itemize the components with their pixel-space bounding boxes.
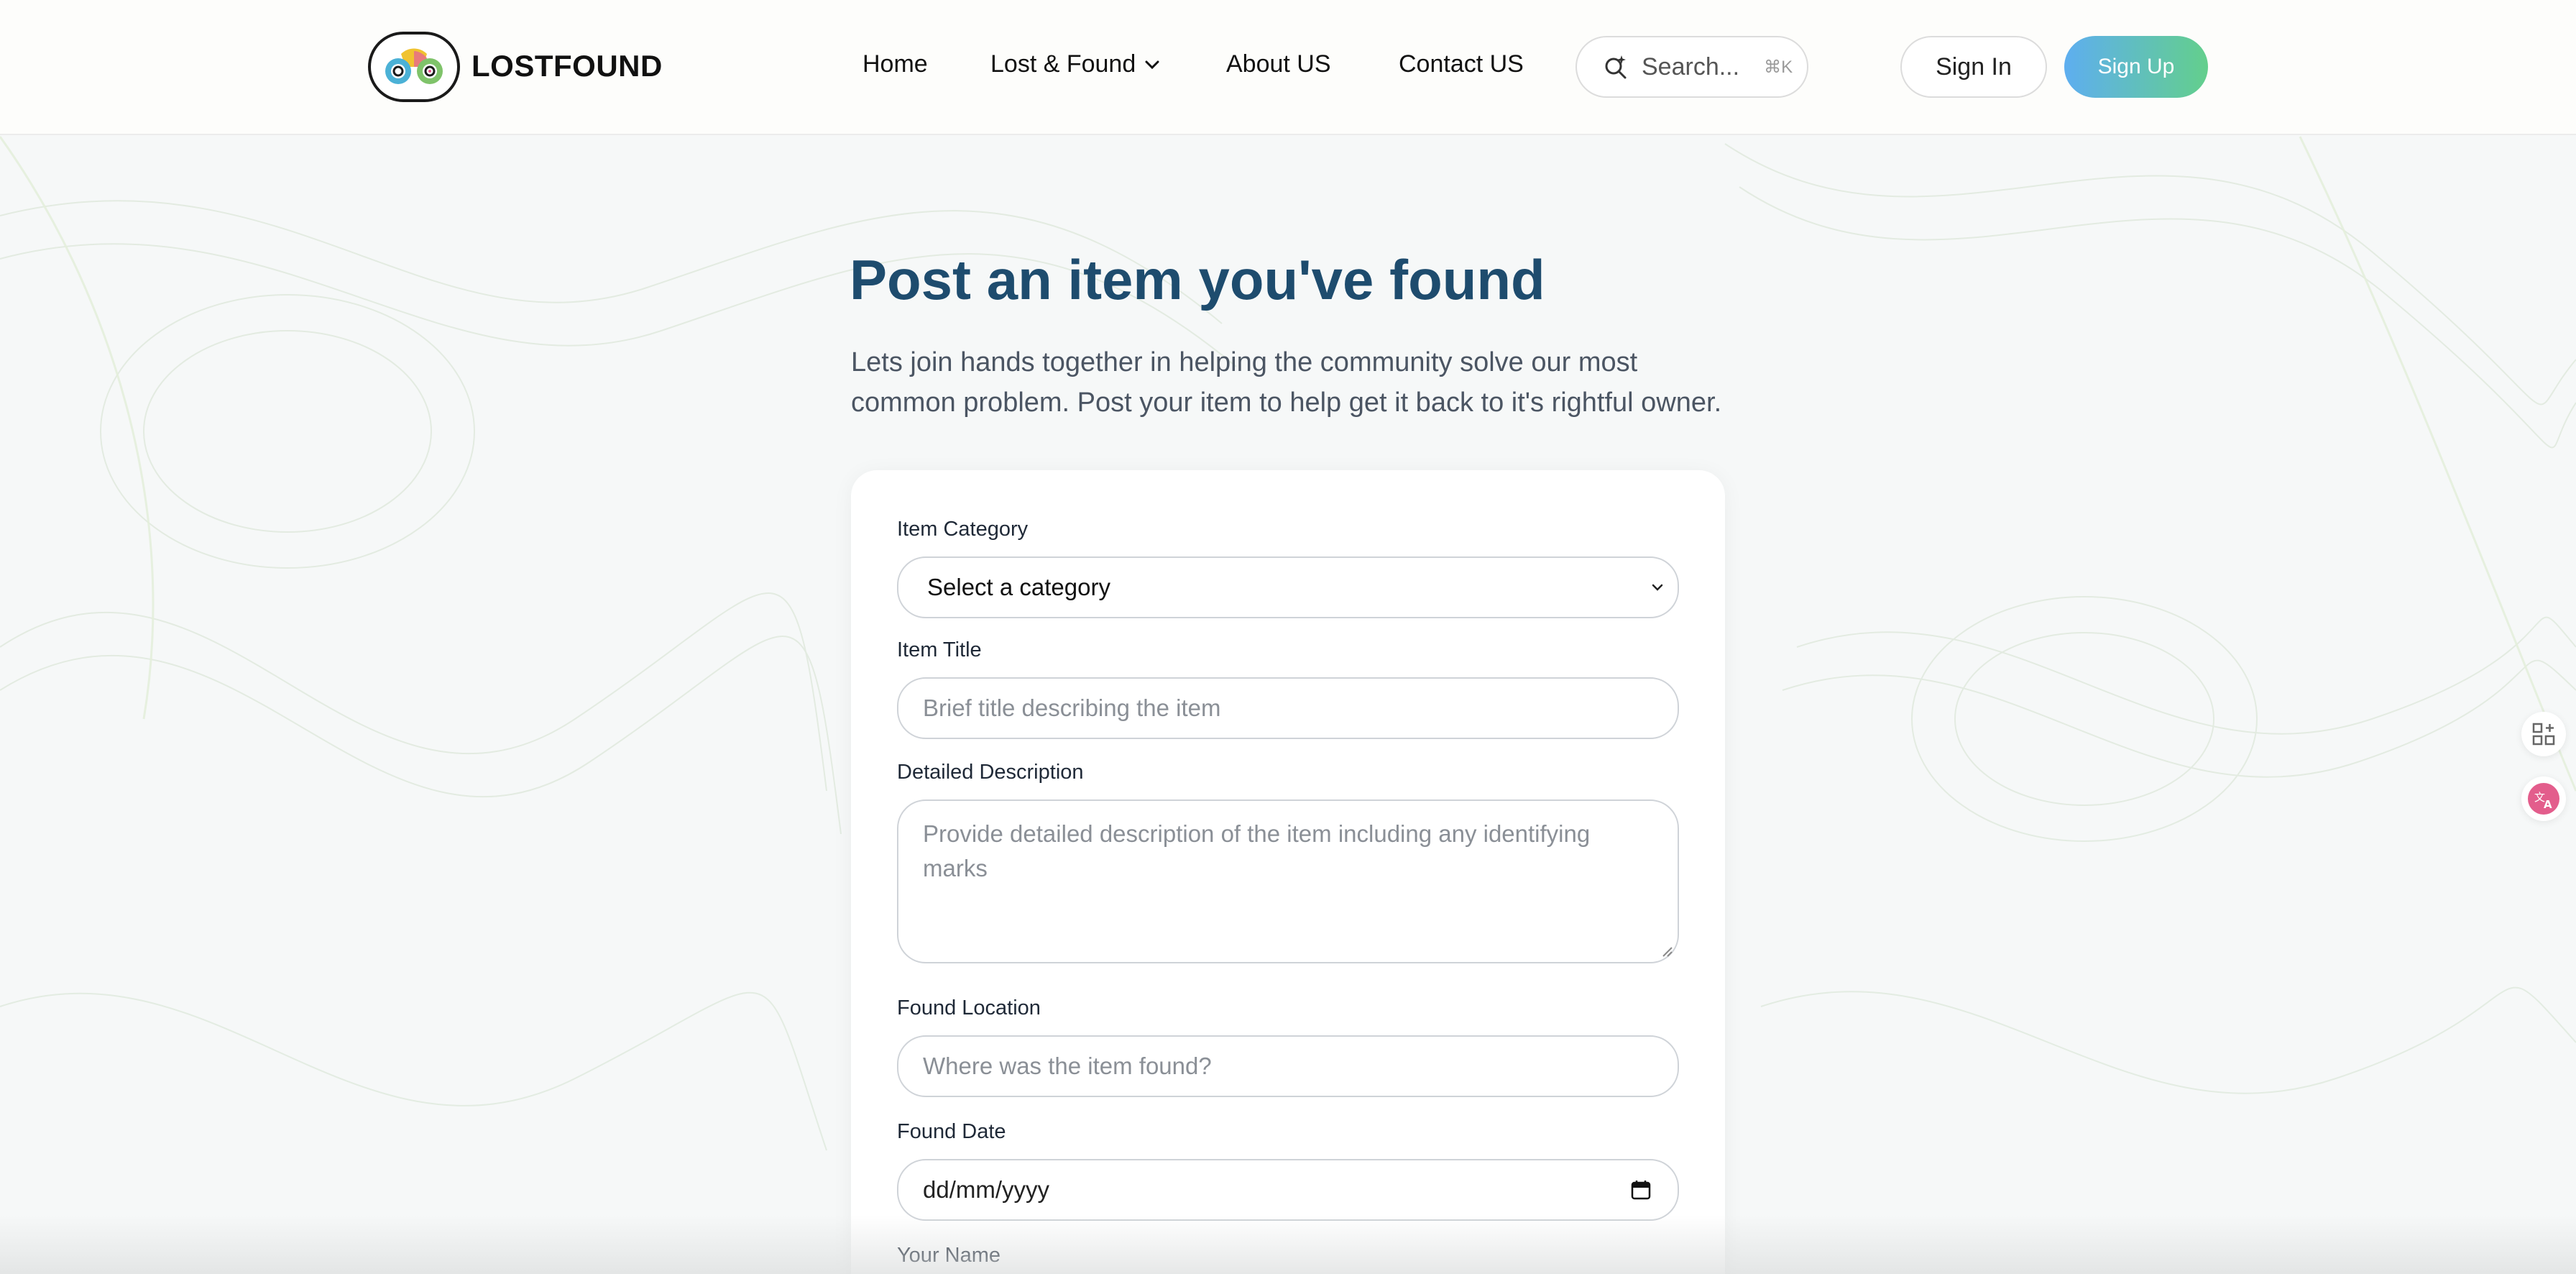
resize-handle-icon[interactable] (1660, 945, 1673, 958)
nav-contact[interactable]: Contact US (1399, 50, 1524, 78)
apps-add-icon (2532, 723, 2555, 746)
apps-add-button[interactable] (2521, 712, 2566, 756)
sign-up-button[interactable]: Sign Up (2064, 36, 2208, 98)
search-sparkle-icon (1605, 55, 1627, 79)
description-label: Detailed Description (897, 761, 1084, 784)
found-date-placeholder: dd/mm/yyyy (923, 1176, 1050, 1203)
sign-in-button[interactable]: Sign In (1900, 36, 2047, 98)
logo[interactable] (368, 32, 460, 102)
nav-about[interactable]: About US (1226, 50, 1331, 78)
item-category-select[interactable]: Select a category (897, 556, 1679, 618)
found-location-input[interactable]: Where was the item found? (897, 1035, 1679, 1097)
translate-button[interactable]: 文 A (2521, 776, 2566, 821)
search-shortcut: ⌘K (1764, 57, 1793, 77)
chevron-down-icon (1145, 60, 1159, 69)
nav-home[interactable]: Home (862, 50, 928, 78)
brand-name[interactable]: LOSTFOUND (472, 49, 663, 83)
translate-icon: 文 A (2528, 783, 2559, 815)
chevron-down-icon (1652, 584, 1663, 591)
description-placeholder: Provide detailed description of the item… (923, 820, 1591, 881)
search-button[interactable]: Search... ⌘K (1576, 36, 1808, 98)
item-category-label: Item Category (897, 518, 1029, 541)
item-title-input[interactable]: Brief title describing the item (897, 677, 1679, 739)
found-date-label: Found Date (897, 1120, 1006, 1143)
top-navbar: LOSTFOUND Home Lost & Found About US Con… (0, 0, 2576, 135)
found-date-input[interactable]: dd/mm/yyyy (897, 1159, 1679, 1221)
page-subtitle: Lets join hands together in helping the … (851, 347, 1722, 418)
your-name-label: Your Name (897, 1244, 1001, 1267)
post-found-item-form: Item Category Select a category Item Tit… (851, 470, 1725, 1274)
found-location-placeholder: Where was the item found? (923, 1053, 1212, 1079)
description-textarea[interactable]: Provide detailed description of the item… (897, 799, 1679, 963)
page-title: Post an item you've found (850, 248, 1545, 311)
nav-lost-found-label: Lost & Found (990, 50, 1136, 78)
nav-lost-found[interactable]: Lost & Found (990, 50, 1160, 78)
calendar-icon[interactable] (1630, 1179, 1652, 1201)
item-category-value: Select a category (927, 574, 1110, 600)
item-title-label: Item Title (897, 638, 982, 661)
svg-text:A: A (2544, 798, 2552, 811)
found-location-label: Found Location (897, 996, 1041, 1019)
item-title-placeholder: Brief title describing the item (923, 695, 1221, 721)
search-placeholder: Search... (1642, 52, 1740, 81)
binoculars-logo-icon (385, 48, 443, 84)
